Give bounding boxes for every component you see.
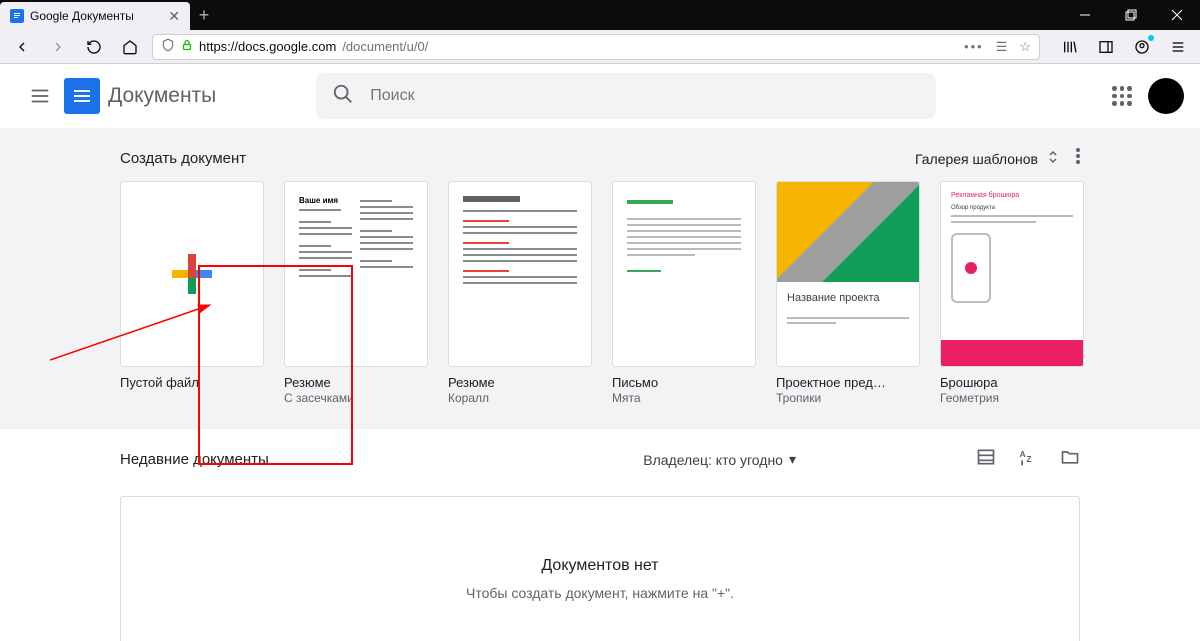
svg-text:A: A (1020, 449, 1026, 459)
empty-state: Документов нет Чтобы создать документ, н… (120, 496, 1080, 641)
browser-tab[interactable]: Google Документы ✕ (0, 2, 190, 30)
back-button[interactable] (8, 33, 36, 61)
phone-illustration (951, 233, 991, 303)
reload-button[interactable] (80, 33, 108, 61)
home-button[interactable] (116, 33, 144, 61)
caret-down-icon: ▾ (789, 451, 796, 468)
template-sublabel: С засечками (284, 391, 428, 405)
sort-az-button[interactable]: AZ (1018, 447, 1038, 472)
docs-favicon (10, 9, 24, 23)
template-letter-mint[interactable]: Письмо Мята (612, 181, 756, 405)
url-field[interactable]: https://docs.google.com/document/u/0/ ••… (152, 34, 1040, 60)
template-resume-coral[interactable]: Резюме Коралл (448, 181, 592, 405)
empty-subtitle: Чтобы создать документ, нажмите на "+". (141, 585, 1059, 601)
template-label: Брошюра (940, 375, 1084, 390)
template-blank[interactable]: Пустой файл (120, 181, 264, 405)
owner-filter-dropdown[interactable]: Владелец: кто угодно ▾ (643, 451, 796, 468)
lock-icon (181, 39, 193, 54)
template-brochure[interactable]: Рекламная брошюра Обзор продукта Брошюра… (940, 181, 1084, 405)
shield-icon (161, 38, 175, 55)
search-icon (332, 83, 370, 110)
window-controls (1062, 0, 1200, 30)
template-sublabel: Геометрия (940, 391, 1084, 405)
template-gallery-button[interactable]: Галерея шаблонов (915, 150, 1058, 167)
search-input[interactable] (370, 87, 920, 105)
google-apps-button[interactable] (1112, 86, 1132, 106)
browser-titlebar: Google Документы ✕ + (0, 0, 1200, 30)
template-thumb[interactable]: Рекламная брошюра Обзор продукта (940, 181, 1084, 367)
template-thumb[interactable]: Название проекта (776, 181, 920, 367)
app-title: Документы (108, 84, 216, 108)
unfold-icon (1048, 150, 1058, 167)
list-view-button[interactable] (976, 447, 996, 472)
maximize-button[interactable] (1108, 0, 1154, 30)
page-actions-icon[interactable]: ••• (964, 39, 984, 54)
url-domain: https://docs.google.com (199, 39, 336, 54)
docs-logo[interactable] (64, 78, 100, 114)
page-content: Документы Создать документ Галерея шабло… (0, 64, 1200, 641)
template-resume-serif[interactable]: Ваше имя Резюме С засечками (284, 181, 428, 405)
templates-section: Создать документ Галерея шаблонов Пустой… (0, 128, 1200, 429)
app-header: Документы (0, 64, 1200, 128)
library-icon[interactable] (1056, 33, 1084, 61)
templates-more-button[interactable] (1076, 148, 1080, 169)
recent-section: Недавние документы Владелец: кто угодно … (0, 429, 1200, 641)
tab-title: Google Документы (30, 9, 162, 23)
firefox-menu-button[interactable] (1164, 33, 1192, 61)
account-avatar[interactable] (1148, 78, 1184, 114)
recent-title: Недавние документы (120, 451, 269, 468)
new-tab-button[interactable]: + (190, 0, 218, 30)
reader-mode-icon[interactable]: ☰ (996, 39, 1008, 55)
forward-button[interactable] (44, 33, 72, 61)
template-row: Пустой файл Ваше имя Резюме С засечками (120, 181, 1080, 405)
folder-open-button[interactable] (1060, 447, 1080, 472)
sidebar-icon[interactable] (1092, 33, 1120, 61)
template-thumb[interactable] (612, 181, 756, 367)
tab-close-button[interactable]: ✕ (162, 8, 180, 25)
close-window-button[interactable] (1154, 0, 1200, 30)
template-sublabel: Мята (612, 391, 756, 405)
template-sublabel: Коралл (448, 391, 592, 405)
browser-address-bar: https://docs.google.com/document/u/0/ ••… (0, 30, 1200, 64)
minimize-button[interactable] (1062, 0, 1108, 30)
template-label: Проектное пред… (776, 375, 920, 390)
templates-title: Создать документ (120, 150, 246, 167)
bookmark-star-icon[interactable]: ☆ (1019, 39, 1031, 55)
template-label: Пустой файл (120, 375, 264, 390)
empty-title: Документов нет (141, 557, 1059, 575)
account-icon[interactable] (1128, 33, 1156, 61)
template-label: Письмо (612, 375, 756, 390)
template-thumb[interactable] (448, 181, 592, 367)
svg-text:Z: Z (1026, 454, 1031, 464)
search-box[interactable] (316, 73, 936, 119)
gallery-label: Галерея шаблонов (915, 151, 1038, 167)
template-thumb[interactable]: Ваше имя (284, 181, 428, 367)
url-path: /document/u/0/ (342, 39, 428, 54)
blank-template-thumb[interactable] (120, 181, 264, 367)
owner-filter-label: Владелец: кто угодно (643, 452, 783, 468)
template-label: Резюме (284, 375, 428, 390)
template-sublabel: Тропики (776, 391, 920, 405)
template-label: Резюме (448, 375, 592, 390)
main-menu-button[interactable] (16, 72, 64, 120)
template-project-proposal[interactable]: Название проекта Проектное пред… Тропики (776, 181, 920, 405)
